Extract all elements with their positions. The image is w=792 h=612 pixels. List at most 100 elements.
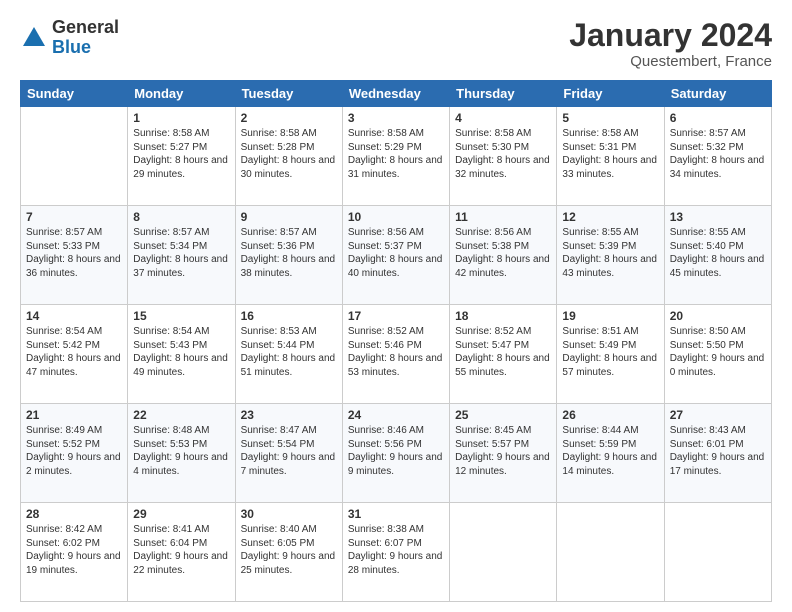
day-info: Sunrise: 8:57 AMSunset: 5:32 PMDaylight:… bbox=[670, 127, 766, 181]
day-info: Sunrise: 8:54 AMSunset: 5:43 PMDaylight:… bbox=[133, 325, 229, 379]
calendar-week-3: 14 Sunrise: 8:54 AMSunset: 5:42 PMDaylig… bbox=[21, 305, 772, 404]
day-info: Sunrise: 8:38 AMSunset: 6:07 PMDaylight:… bbox=[348, 523, 444, 577]
day-number: 1 bbox=[133, 111, 229, 125]
col-tuesday: Tuesday bbox=[235, 81, 342, 107]
day-info: Sunrise: 8:43 AMSunset: 6:01 PMDaylight:… bbox=[670, 424, 766, 478]
day-info: Sunrise: 8:57 AMSunset: 5:34 PMDaylight:… bbox=[133, 226, 229, 280]
day-info: Sunrise: 8:42 AMSunset: 6:02 PMDaylight:… bbox=[26, 523, 122, 577]
table-row: 20 Sunrise: 8:50 AMSunset: 5:50 PMDaylig… bbox=[664, 305, 771, 404]
col-friday: Friday bbox=[557, 81, 664, 107]
table-row bbox=[664, 503, 771, 602]
table-row: 15 Sunrise: 8:54 AMSunset: 5:43 PMDaylig… bbox=[128, 305, 235, 404]
day-info: Sunrise: 8:58 AMSunset: 5:28 PMDaylight:… bbox=[241, 127, 337, 181]
table-row bbox=[557, 503, 664, 602]
day-number: 5 bbox=[562, 111, 658, 125]
logo-general: General bbox=[52, 18, 119, 38]
day-info: Sunrise: 8:49 AMSunset: 5:52 PMDaylight:… bbox=[26, 424, 122, 478]
day-number: 3 bbox=[348, 111, 444, 125]
day-info: Sunrise: 8:55 AMSunset: 5:39 PMDaylight:… bbox=[562, 226, 658, 280]
logo-icon bbox=[20, 24, 48, 52]
day-number: 27 bbox=[670, 408, 766, 422]
table-row: 5 Sunrise: 8:58 AMSunset: 5:31 PMDayligh… bbox=[557, 107, 664, 206]
calendar-week-2: 7 Sunrise: 8:57 AMSunset: 5:33 PMDayligh… bbox=[21, 206, 772, 305]
day-number: 31 bbox=[348, 507, 444, 521]
day-info: Sunrise: 8:58 AMSunset: 5:31 PMDaylight:… bbox=[562, 127, 658, 181]
day-number: 24 bbox=[348, 408, 444, 422]
day-number: 12 bbox=[562, 210, 658, 224]
day-number: 6 bbox=[670, 111, 766, 125]
day-number: 15 bbox=[133, 309, 229, 323]
table-row: 26 Sunrise: 8:44 AMSunset: 5:59 PMDaylig… bbox=[557, 404, 664, 503]
table-row: 6 Sunrise: 8:57 AMSunset: 5:32 PMDayligh… bbox=[664, 107, 771, 206]
day-info: Sunrise: 8:56 AMSunset: 5:37 PMDaylight:… bbox=[348, 226, 444, 280]
day-number: 9 bbox=[241, 210, 337, 224]
day-info: Sunrise: 8:57 AMSunset: 5:33 PMDaylight:… bbox=[26, 226, 122, 280]
calendar-week-1: 1 Sunrise: 8:58 AMSunset: 5:27 PMDayligh… bbox=[21, 107, 772, 206]
title-section: January 2024 Questembert, France bbox=[569, 18, 772, 70]
day-info: Sunrise: 8:56 AMSunset: 5:38 PMDaylight:… bbox=[455, 226, 551, 280]
logo-text: General Blue bbox=[52, 18, 119, 58]
col-wednesday: Wednesday bbox=[342, 81, 449, 107]
day-info: Sunrise: 8:52 AMSunset: 5:47 PMDaylight:… bbox=[455, 325, 551, 379]
table-row: 18 Sunrise: 8:52 AMSunset: 5:47 PMDaylig… bbox=[450, 305, 557, 404]
table-row: 30 Sunrise: 8:40 AMSunset: 6:05 PMDaylig… bbox=[235, 503, 342, 602]
day-number: 13 bbox=[670, 210, 766, 224]
day-number: 23 bbox=[241, 408, 337, 422]
table-row: 14 Sunrise: 8:54 AMSunset: 5:42 PMDaylig… bbox=[21, 305, 128, 404]
col-sunday: Sunday bbox=[21, 81, 128, 107]
day-number: 28 bbox=[26, 507, 122, 521]
table-row: 16 Sunrise: 8:53 AMSunset: 5:44 PMDaylig… bbox=[235, 305, 342, 404]
day-info: Sunrise: 8:58 AMSunset: 5:30 PMDaylight:… bbox=[455, 127, 551, 181]
table-row: 21 Sunrise: 8:49 AMSunset: 5:52 PMDaylig… bbox=[21, 404, 128, 503]
table-row: 17 Sunrise: 8:52 AMSunset: 5:46 PMDaylig… bbox=[342, 305, 449, 404]
table-row: 9 Sunrise: 8:57 AMSunset: 5:36 PMDayligh… bbox=[235, 206, 342, 305]
day-number: 25 bbox=[455, 408, 551, 422]
calendar-week-4: 21 Sunrise: 8:49 AMSunset: 5:52 PMDaylig… bbox=[21, 404, 772, 503]
day-number: 16 bbox=[241, 309, 337, 323]
month-title: January 2024 bbox=[569, 18, 772, 53]
table-row: 23 Sunrise: 8:47 AMSunset: 5:54 PMDaylig… bbox=[235, 404, 342, 503]
day-number: 8 bbox=[133, 210, 229, 224]
table-row: 28 Sunrise: 8:42 AMSunset: 6:02 PMDaylig… bbox=[21, 503, 128, 602]
day-info: Sunrise: 8:53 AMSunset: 5:44 PMDaylight:… bbox=[241, 325, 337, 379]
table-row: 22 Sunrise: 8:48 AMSunset: 5:53 PMDaylig… bbox=[128, 404, 235, 503]
table-row: 7 Sunrise: 8:57 AMSunset: 5:33 PMDayligh… bbox=[21, 206, 128, 305]
table-row: 2 Sunrise: 8:58 AMSunset: 5:28 PMDayligh… bbox=[235, 107, 342, 206]
table-row: 12 Sunrise: 8:55 AMSunset: 5:39 PMDaylig… bbox=[557, 206, 664, 305]
day-info: Sunrise: 8:57 AMSunset: 5:36 PMDaylight:… bbox=[241, 226, 337, 280]
day-number: 19 bbox=[562, 309, 658, 323]
table-row: 10 Sunrise: 8:56 AMSunset: 5:37 PMDaylig… bbox=[342, 206, 449, 305]
day-info: Sunrise: 8:52 AMSunset: 5:46 PMDaylight:… bbox=[348, 325, 444, 379]
table-row: 31 Sunrise: 8:38 AMSunset: 6:07 PMDaylig… bbox=[342, 503, 449, 602]
day-info: Sunrise: 8:55 AMSunset: 5:40 PMDaylight:… bbox=[670, 226, 766, 280]
page: General Blue January 2024 Questembert, F… bbox=[0, 0, 792, 612]
day-info: Sunrise: 8:50 AMSunset: 5:50 PMDaylight:… bbox=[670, 325, 766, 379]
day-number: 29 bbox=[133, 507, 229, 521]
day-number: 7 bbox=[26, 210, 122, 224]
day-number: 22 bbox=[133, 408, 229, 422]
day-info: Sunrise: 8:51 AMSunset: 5:49 PMDaylight:… bbox=[562, 325, 658, 379]
table-row: 8 Sunrise: 8:57 AMSunset: 5:34 PMDayligh… bbox=[128, 206, 235, 305]
day-info: Sunrise: 8:44 AMSunset: 5:59 PMDaylight:… bbox=[562, 424, 658, 478]
day-info: Sunrise: 8:58 AMSunset: 5:27 PMDaylight:… bbox=[133, 127, 229, 181]
table-row: 19 Sunrise: 8:51 AMSunset: 5:49 PMDaylig… bbox=[557, 305, 664, 404]
table-row: 1 Sunrise: 8:58 AMSunset: 5:27 PMDayligh… bbox=[128, 107, 235, 206]
logo-blue: Blue bbox=[52, 38, 119, 58]
day-info: Sunrise: 8:45 AMSunset: 5:57 PMDaylight:… bbox=[455, 424, 551, 478]
day-number: 11 bbox=[455, 210, 551, 224]
header: General Blue January 2024 Questembert, F… bbox=[20, 18, 772, 70]
table-row: 11 Sunrise: 8:56 AMSunset: 5:38 PMDaylig… bbox=[450, 206, 557, 305]
table-row bbox=[450, 503, 557, 602]
day-info: Sunrise: 8:46 AMSunset: 5:56 PMDaylight:… bbox=[348, 424, 444, 478]
day-info: Sunrise: 8:41 AMSunset: 6:04 PMDaylight:… bbox=[133, 523, 229, 577]
table-row: 3 Sunrise: 8:58 AMSunset: 5:29 PMDayligh… bbox=[342, 107, 449, 206]
table-row: 29 Sunrise: 8:41 AMSunset: 6:04 PMDaylig… bbox=[128, 503, 235, 602]
day-info: Sunrise: 8:40 AMSunset: 6:05 PMDaylight:… bbox=[241, 523, 337, 577]
calendar-week-5: 28 Sunrise: 8:42 AMSunset: 6:02 PMDaylig… bbox=[21, 503, 772, 602]
col-thursday: Thursday bbox=[450, 81, 557, 107]
table-row: 4 Sunrise: 8:58 AMSunset: 5:30 PMDayligh… bbox=[450, 107, 557, 206]
location: Questembert, France bbox=[569, 53, 772, 70]
day-number: 18 bbox=[455, 309, 551, 323]
day-info: Sunrise: 8:54 AMSunset: 5:42 PMDaylight:… bbox=[26, 325, 122, 379]
calendar-table: Sunday Monday Tuesday Wednesday Thursday… bbox=[20, 80, 772, 602]
